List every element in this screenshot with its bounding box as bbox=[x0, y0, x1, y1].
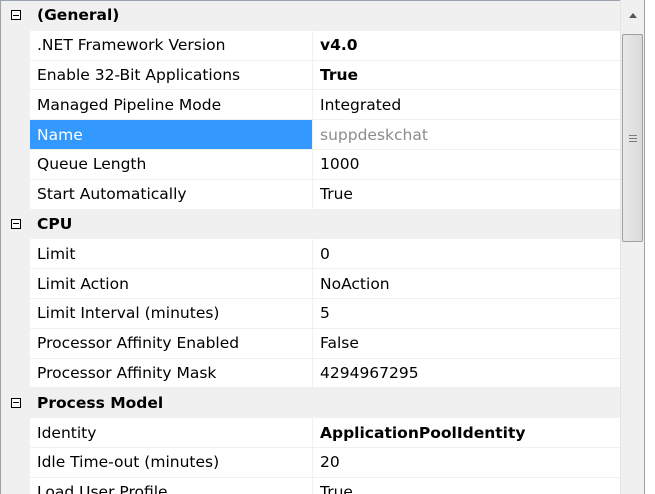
property-value[interactable]: suppdeskchat bbox=[313, 120, 620, 149]
property-row[interactable]: Name suppdeskchat bbox=[1, 120, 620, 150]
property-name[interactable]: Queue Length bbox=[30, 149, 313, 179]
row-gutter bbox=[1, 358, 30, 388]
property-value[interactable]: NoAction bbox=[313, 269, 620, 298]
window-edge bbox=[644, 0, 655, 494]
scrollbar-thumb[interactable] bbox=[622, 34, 643, 242]
row-gutter bbox=[1, 90, 30, 120]
property-name[interactable]: Identity bbox=[30, 418, 313, 447]
category-label: Process Model bbox=[37, 393, 164, 412]
category-header[interactable]: (General) bbox=[1, 1, 620, 31]
property-row[interactable]: Managed Pipeline Mode Integrated bbox=[1, 90, 620, 121]
property-value[interactable]: 0 bbox=[313, 239, 620, 268]
property-name[interactable]: Limit bbox=[30, 239, 313, 269]
grip-icon bbox=[628, 133, 637, 144]
property-value[interactable]: 4294967295 bbox=[313, 359, 620, 388]
row-gutter bbox=[1, 477, 30, 494]
up-arrow-icon bbox=[629, 12, 637, 18]
category-label: CPU bbox=[37, 214, 73, 233]
property-name[interactable]: Limit Action bbox=[30, 269, 313, 298]
category-gutter bbox=[1, 388, 30, 418]
property-name[interactable]: .NET Framework Version bbox=[30, 30, 313, 60]
property-row[interactable]: Processor Affinity Enabled False bbox=[1, 328, 620, 359]
property-row[interactable]: Limit 0 bbox=[1, 239, 620, 270]
vertical-scrollbar[interactable] bbox=[620, 0, 644, 494]
row-gutter bbox=[1, 239, 30, 269]
row-gutter bbox=[1, 60, 30, 90]
property-name[interactable]: Processor Affinity Enabled bbox=[30, 328, 313, 358]
category-label: (General) bbox=[37, 6, 120, 25]
property-row[interactable]: Limit Interval (minutes) 5 bbox=[1, 298, 620, 329]
property-name[interactable]: Name bbox=[30, 120, 313, 149]
property-row[interactable]: Limit Action NoAction bbox=[1, 269, 620, 299]
property-row[interactable]: Idle Time-out (minutes) 20 bbox=[1, 447, 620, 478]
category-header[interactable]: Process Model bbox=[1, 388, 620, 419]
property-value[interactable]: 20 bbox=[313, 448, 620, 477]
property-value[interactable]: Integrated bbox=[313, 90, 620, 119]
property-name[interactable]: Processor Affinity Mask bbox=[30, 358, 313, 388]
property-value[interactable]: 1000 bbox=[313, 150, 620, 179]
minus-box-icon[interactable] bbox=[10, 397, 21, 408]
row-gutter bbox=[1, 179, 30, 209]
property-name[interactable]: Limit Interval (minutes) bbox=[30, 298, 313, 328]
property-row[interactable]: Queue Length 1000 bbox=[1, 149, 620, 180]
property-name[interactable]: Start Automatically bbox=[30, 179, 313, 209]
property-grid[interactable]: (General) .NET Framework Version v4.0 Enabl… bbox=[0, 0, 620, 494]
minus-box-icon[interactable] bbox=[10, 10, 21, 21]
property-row[interactable]: Load User Profile True bbox=[1, 477, 620, 494]
scroll-up-button[interactable] bbox=[621, 0, 645, 30]
property-value[interactable]: False bbox=[313, 329, 620, 358]
property-row[interactable]: Processor Affinity Mask 4294967295 bbox=[1, 358, 620, 389]
property-row[interactable]: .NET Framework Version v4.0 bbox=[1, 30, 620, 61]
property-row[interactable]: Identity ApplicationPoolIdentity bbox=[1, 418, 620, 448]
property-value[interactable]: ApplicationPoolIdentity bbox=[313, 418, 620, 447]
property-name[interactable]: Load User Profile bbox=[30, 477, 313, 494]
property-value[interactable]: True bbox=[313, 61, 620, 90]
category-gutter bbox=[1, 1, 30, 30]
minus-box-icon[interactable] bbox=[10, 218, 21, 229]
property-name[interactable]: Idle Time-out (minutes) bbox=[30, 447, 313, 477]
property-value[interactable]: v4.0 bbox=[313, 31, 620, 60]
property-value[interactable]: 5 bbox=[313, 299, 620, 328]
row-gutter bbox=[1, 328, 30, 358]
row-gutter bbox=[1, 149, 30, 179]
row-gutter bbox=[1, 418, 30, 447]
row-gutter bbox=[1, 447, 30, 477]
row-gutter bbox=[1, 269, 30, 298]
property-row[interactable]: Enable 32-Bit Applications True bbox=[1, 60, 620, 91]
property-name[interactable]: Managed Pipeline Mode bbox=[30, 90, 313, 120]
category-gutter bbox=[1, 209, 30, 239]
property-value[interactable]: True bbox=[313, 180, 620, 209]
row-gutter bbox=[1, 298, 30, 328]
property-value[interactable]: True bbox=[313, 478, 620, 494]
row-gutter bbox=[1, 120, 30, 149]
property-name[interactable]: Enable 32-Bit Applications bbox=[30, 60, 313, 90]
row-gutter bbox=[1, 30, 30, 60]
category-header[interactable]: CPU bbox=[1, 209, 620, 240]
property-row[interactable]: Start Automatically True bbox=[1, 179, 620, 210]
